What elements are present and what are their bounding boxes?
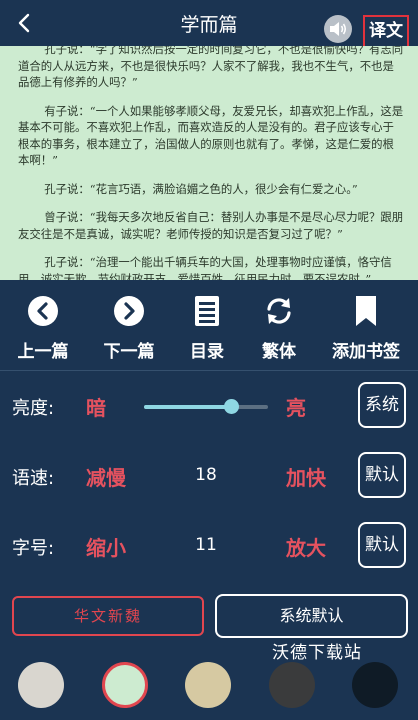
brightness-slider[interactable] — [144, 399, 268, 414]
speed-default-button[interactable]: 默认 — [358, 452, 406, 498]
top-bar: 学而篇 译文 — [0, 0, 418, 48]
speed-value: 18 — [195, 465, 217, 485]
theme-swatch-light-gray[interactable] — [18, 662, 64, 708]
theme-swatch-dark-gray[interactable] — [269, 662, 315, 708]
font-select-button[interactable]: 华文新魏 — [12, 596, 204, 636]
speaker-icon — [330, 22, 347, 36]
traditional-label: 繁体 — [262, 342, 296, 362]
speaker-button[interactable] — [324, 15, 352, 43]
paragraph: 有子说：“一个人如果能够孝顺父母，友爱兄长，却喜欢犯上作乱，这是基本不可能。不喜… — [18, 103, 404, 168]
paragraph: 曾子说：“我每天多次地反省自己：替别人办事是不是尽心尽力呢？跟朋友交往是不是真诚… — [18, 210, 404, 241]
brightness-dark-label: 暗 — [86, 396, 106, 420]
paragraph: 孔子说：“治理一个能出千辆兵车的大国，处理事物时应谨慎，恪守信用，诚实无欺，节约… — [18, 255, 392, 280]
system-brightness-button[interactable]: 系统 — [358, 382, 406, 428]
refresh-icon — [267, 298, 291, 324]
speech-speed-row: 语速: 减慢 18 加快 默认 — [0, 452, 418, 502]
prev-chapter-button[interactable]: 上一篇 — [3, 294, 83, 362]
list-document-icon — [195, 296, 219, 326]
font-size-increase-button[interactable]: 放大 — [286, 532, 326, 561]
nav-bar: 上一篇 下一篇 目录 繁体 添加书签 — [0, 280, 418, 370]
brightness-slider-handle[interactable] — [223, 399, 239, 414]
reading-area[interactable]: 孔子说：“学了知识然后按一定的时间复习它，不也是很愉快吗？有志同道合的人从远方来… — [0, 46, 418, 280]
font-size-row: 字号: 缩小 11 放大 默认 — [0, 522, 418, 572]
theme-swatch-black[interactable] — [352, 662, 398, 708]
system-font-button[interactable]: 系统默认 — [215, 594, 408, 638]
page-title: 学而篇 — [180, 14, 238, 36]
divider — [0, 370, 418, 371]
prev-chapter-label: 上一篇 — [17, 342, 69, 362]
paragraph: 孔子说：“花言巧语，满脸谄媚之色的人，很少会有仁爱之心。” — [44, 181, 358, 196]
add-bookmark-button[interactable]: 添加书签 — [326, 294, 406, 362]
bookmark-icon — [356, 296, 376, 326]
font-size-default-button[interactable]: 默认 — [358, 522, 406, 568]
font-size-value: 11 — [195, 535, 217, 555]
chevron-right-circle-icon — [114, 296, 144, 326]
brightness-label: 亮度: — [12, 398, 55, 419]
translate-button[interactable]: 译文 — [363, 15, 409, 48]
speed-increase-button[interactable]: 加快 — [286, 462, 326, 491]
add-bookmark-label: 添加书签 — [332, 342, 400, 362]
theme-swatch-tan[interactable] — [185, 662, 231, 708]
speed-label: 语速: — [12, 468, 55, 489]
next-chapter-button[interactable]: 下一篇 — [89, 294, 169, 362]
brightness-slider-fill — [144, 405, 231, 409]
traditional-button[interactable]: 繁体 — [239, 294, 319, 362]
contents-button[interactable]: 目录 — [167, 294, 247, 362]
speed-decrease-button[interactable]: 减慢 — [86, 462, 126, 491]
brightness-bright-label: 亮 — [286, 396, 306, 420]
watermark: 沃德下载站 — [272, 643, 362, 663]
chevron-left-circle-icon — [28, 296, 58, 326]
theme-swatch-green[interactable] — [102, 662, 148, 708]
contents-label: 目录 — [190, 342, 224, 362]
brightness-row: 亮度: 暗 亮 系统 — [0, 382, 418, 432]
paragraph: 孔子说：“学了知识然后按一定的时间复习它，不也是很愉快吗？有志同道合的人从远方来… — [18, 46, 404, 89]
font-size-label: 字号: — [12, 538, 55, 559]
font-size-decrease-button[interactable]: 缩小 — [86, 532, 126, 561]
next-chapter-label: 下一篇 — [103, 342, 155, 362]
